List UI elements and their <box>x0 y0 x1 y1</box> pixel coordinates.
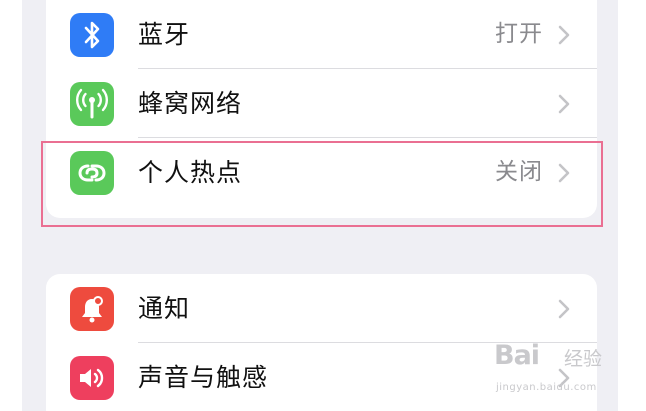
sounds-haptics-label: 声音与触感 <box>138 363 269 392</box>
settings-row-personal-hotspot[interactable]: 个人热点 关闭 <box>46 138 597 207</box>
bluetooth-icon <box>70 13 114 57</box>
settings-row-cellular[interactable]: 蜂窝网络 <box>46 69 597 138</box>
notifications-label: 通知 <box>138 294 191 323</box>
cellular-antenna-icon <box>70 82 114 126</box>
personal-hotspot-label: 个人热点 <box>138 158 243 187</box>
notification-bell-icon <box>70 287 114 331</box>
personal-hotspot-icon <box>70 151 114 195</box>
notifications-group: 通知 声音与触感 <box>46 274 597 411</box>
cellular-label: 蜂窝网络 <box>138 89 243 118</box>
bluetooth-status: 打开 <box>495 21 543 47</box>
chevron-right-icon <box>558 94 570 114</box>
chevron-right-icon <box>558 163 570 183</box>
speaker-icon <box>70 356 114 400</box>
settings-row-sounds-haptics[interactable]: 声音与触感 <box>46 343 597 411</box>
settings-row-notifications[interactable]: 通知 <box>46 274 597 343</box>
personal-hotspot-status: 关闭 <box>495 159 543 185</box>
connectivity-group: 蓝牙 打开 蜂窝网络 个人热点 关闭 <box>46 0 597 218</box>
chevron-right-icon <box>558 299 570 319</box>
chevron-right-icon <box>558 368 570 388</box>
chevron-right-icon <box>558 25 570 45</box>
settings-screen: 蓝牙 打开 蜂窝网络 个人热点 关闭 通知 声音与触感 <box>22 0 618 411</box>
bluetooth-label: 蓝牙 <box>138 20 191 49</box>
settings-row-bluetooth[interactable]: 蓝牙 打开 <box>46 0 597 69</box>
